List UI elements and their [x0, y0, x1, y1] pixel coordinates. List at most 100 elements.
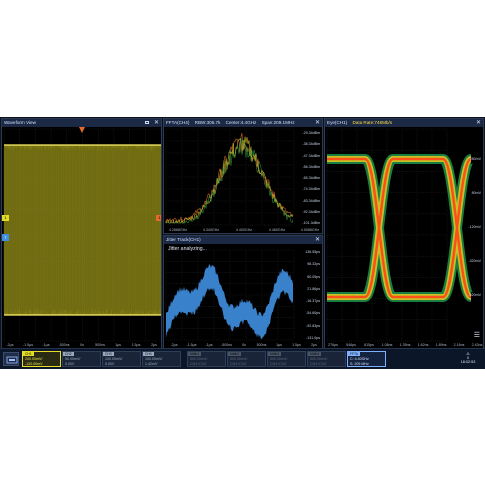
x-tick-label: 1.35ns — [399, 343, 411, 347]
fft-x-axis: 4.2888GHz 4.340GHz 4.400GHz 4.460GHz 4.5088G… — [164, 226, 322, 233]
channel-bar: CH1 200.00mV/-120.00mV CH2 50.00mV/0.00V CH3… — [0, 348, 485, 369]
y-tick-label: -92.83ps — [306, 323, 320, 328]
x-tick-label: 2.16ns — [453, 343, 465, 347]
channel-tag: Math2 — [228, 352, 242, 356]
channel-tag: FFTA — [348, 352, 360, 356]
channel-scale: 200.00mV/ — [25, 357, 43, 361]
channel-card-ch2[interactable]: CH2 50.00mV/0.00V — [62, 351, 101, 367]
jitter-x-axis: -2µs -1.5µs -1µs -500ns 0s 500ns 1µs 1.5µs 2µs — [164, 341, 322, 348]
x-tick-label: 1.5µs — [131, 343, 141, 347]
waveform-plot — [3, 128, 161, 342]
x-tick-label: 2µs — [151, 343, 157, 347]
channel-card-ch4[interactable]: CH4 100.00mV/1.42mV — [142, 351, 181, 367]
fft-trace — [165, 136, 294, 224]
x-tick-label: -1µs — [205, 343, 213, 347]
channel-offset: CH1+CH2 — [190, 362, 207, 366]
channel-scale: 500.00mV/ — [230, 357, 248, 361]
x-tick-label: 1.89ns — [435, 343, 447, 347]
channel-tag: CH1 — [23, 352, 34, 356]
x-tick-label: 0s — [80, 343, 84, 347]
channel-card-ffta[interactable]: FFTA C: 4.40GHz S: 209 MHz — [347, 351, 386, 367]
channel-offset: 0.00V — [105, 362, 115, 366]
ch1-trace — [3, 144, 161, 316]
x-tick-label: -1.5µs — [186, 343, 197, 347]
y-tick-label: -83.34dBm — [302, 198, 320, 203]
channel-card-math3[interactable]: Math3 500.00mV/CH1+CH2 — [267, 351, 306, 367]
channel-card-math1[interactable]: Math1 500.00mV/CH1+CH2 — [187, 351, 226, 367]
ground-marker[interactable]: T — [2, 234, 9, 241]
channel-card-ch1[interactable]: CH1 200.00mV/-120.00mV — [22, 351, 61, 367]
channel-tag: CH2 — [63, 352, 74, 356]
x-tick-label: 1.62ns — [417, 343, 429, 347]
channel-offset: CH1+CH2 — [270, 362, 287, 366]
y-tick-label: -74.34dBm — [302, 187, 320, 192]
eye-menu-icon[interactable]: ☰ — [474, 331, 480, 339]
x-tick-label: 1µs — [115, 343, 121, 347]
trigger-level-marker[interactable]: 1 — [156, 215, 161, 221]
y-tick-label: -65.34dBm — [302, 176, 320, 180]
channel-scale: 500.00mV/ — [190, 357, 208, 361]
channel-offset: S: 209 MHz — [350, 362, 369, 366]
channel-card-ch3[interactable]: CH3 100.00mV/0.00V — [102, 351, 141, 367]
y-tick-label: -92.34dBm — [302, 209, 320, 214]
clock-time: 18:02:53 — [460, 360, 476, 364]
channel-card-math4[interactable]: Math4 500.00mV/CH1+CH2 — [307, 351, 346, 367]
x-tick-label: 1.5µs — [292, 343, 301, 347]
x-tick-label: 1.08ns — [381, 343, 393, 347]
x-tick-label: -2µs — [6, 343, 14, 347]
channel-offset: CH1+CH2 — [230, 362, 247, 366]
y-tick-label: -131.0ps — [306, 336, 320, 340]
jitter-track-panel[interactable]: Jitter Track(CH1) ✕ Jitter analyzing... … — [163, 235, 323, 349]
x-tick-label: -1µs — [42, 343, 50, 347]
channel-tag: Math4 — [308, 352, 322, 356]
eye-pattern — [327, 154, 476, 302]
channel-scale: C: 4.40GHz — [350, 357, 369, 361]
x-tick-label: 4.2888GHz — [168, 228, 188, 232]
ch1-level-marker[interactable]: 1 — [2, 215, 9, 221]
channel-offset: CH1+CH2 — [310, 362, 327, 366]
x-tick-label: 1µs — [276, 343, 282, 347]
clock: -0- 0 18:02:53 — [454, 352, 482, 366]
x-tick-label: 500ns — [256, 343, 267, 347]
x-tick-label: -2µs — [170, 343, 178, 347]
channel-scale: 50.00mV/ — [65, 357, 81, 361]
channel-card-math2[interactable]: Math2 500.00mV/CH1+CH2 — [227, 351, 266, 367]
channel-scale: 500.00mV/ — [270, 357, 288, 361]
y-tick-label: 60.09ps — [307, 274, 320, 279]
x-tick-label: 815ps — [364, 343, 374, 347]
x-tick-label: 2.43ns — [471, 343, 483, 347]
home-icon[interactable] — [3, 352, 19, 366]
waveform-x-axis: -2µs -1.5µs -1µs -500ns 0s 500ns 1µs 1.5µs 2µs — [2, 341, 161, 348]
y-tick-label: -520mV — [468, 293, 481, 297]
y-tick-label: 136.55ps — [305, 250, 320, 254]
fft-panel[interactable]: FFTA(CH4) RBW:305.7k Center:4.4GHz Span:… — [163, 118, 323, 234]
channel-scale: 500.00mV/ — [310, 357, 328, 361]
y-tick-label: -120mV — [468, 225, 481, 229]
x-tick-label: 4.340GHz — [202, 228, 220, 232]
y-tick-label: -56.34dBm — [302, 164, 320, 169]
channel-tag: CH3 — [103, 352, 114, 356]
x-tick-label: -1.5µs — [22, 343, 34, 347]
channel-offset: 0.00V — [65, 362, 75, 366]
channel-offset: -120.00mV — [25, 362, 43, 366]
channel-scale: 100.00mV/ — [145, 357, 163, 361]
y-tick-label: -101.3dBm — [302, 221, 320, 225]
y-tick-label: 80mV — [471, 191, 481, 195]
y-tick-label: -16.37ps — [306, 299, 320, 304]
y-tick-label: -38.34dBm — [302, 142, 320, 147]
grid — [165, 128, 295, 226]
x-tick-label: 2µs — [311, 343, 317, 347]
jitter-plot — [165, 249, 295, 341]
y-tick-label: 98.32ps — [307, 262, 320, 267]
x-tick-label: -500ns — [58, 343, 70, 347]
y-tick-label: -54.60ps — [306, 311, 320, 316]
waveform-view-panel[interactable]: Waveform View ✕ -2µs -1.5µs -1µs -500ns 0s 50… — [1, 118, 162, 349]
channel-offset: 1.42mV — [145, 362, 158, 366]
x-tick-label: 500ns — [95, 343, 105, 347]
eye-plot — [326, 128, 476, 342]
channel-tag: Math1 — [188, 352, 202, 356]
eye-diagram-panel[interactable]: Eye(CH1) Data Rate:748Mb/s ✕ 280mV 80mV -1… — [324, 118, 484, 349]
x-tick-label: 0s — [242, 343, 246, 347]
x-tick-label: 276ps — [328, 343, 338, 347]
channel-tag: Math3 — [268, 352, 282, 356]
